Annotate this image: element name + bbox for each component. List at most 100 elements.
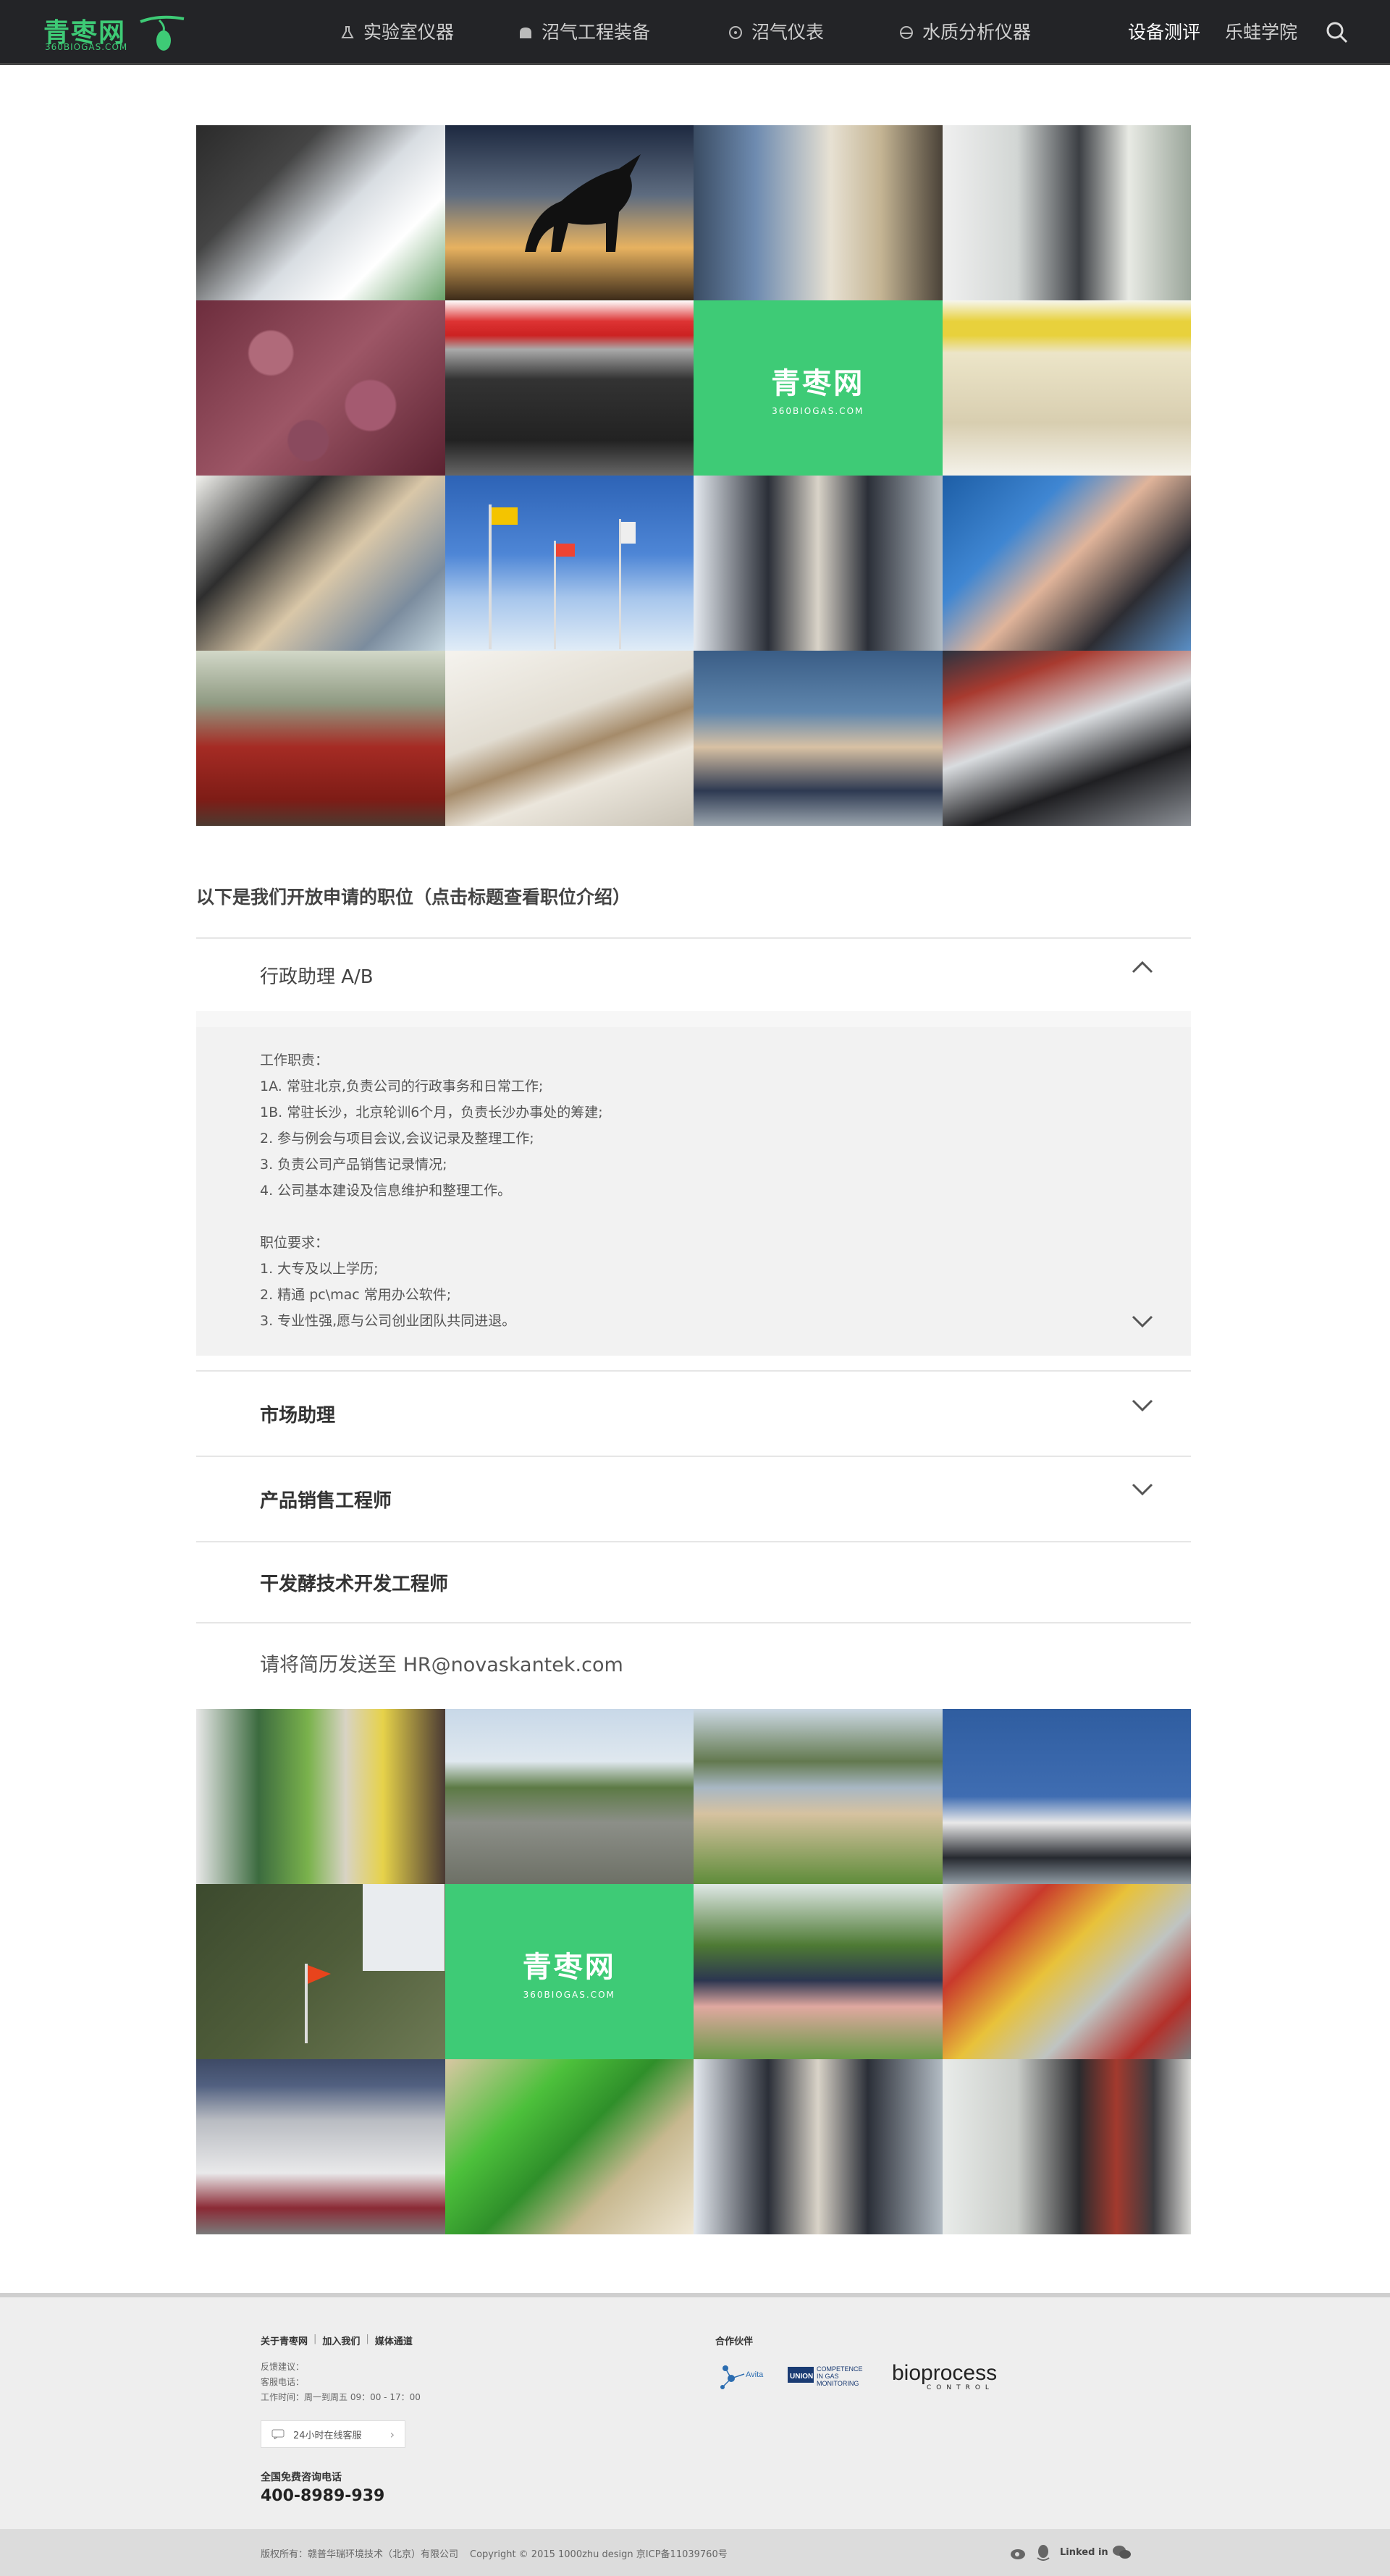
- weibo-icon[interactable]: [1009, 2543, 1028, 2561]
- helicopter-pilot-photo: [942, 476, 1191, 651]
- lab-visit-photo: [942, 2059, 1191, 2234]
- job-item-admin-assistant: 行政助理 A/B 工作职责： 1A. 常驻北京,负责公司的行政事务和日常工作; …: [196, 937, 1191, 1356]
- copyright-text: 版权所有：赣普华瑞环境技术（北京）有限公司 Copyright © 2015 1…: [261, 2546, 728, 2560]
- jobs-intro-heading: 以下是我们开放申请的职位（点击标题查看职位介绍）: [196, 887, 631, 908]
- svg-text:MONITORING: MONITORING: [817, 2380, 859, 2387]
- footer-contact-info: 反馈建议： 客服电话： 工作时间：周一到周五 09：00 - 17：00: [261, 2360, 421, 2405]
- job-item-sales-engineer: 产品销售工程师: [196, 1456, 1191, 1541]
- brand-tile-domain: 360BIOGAS.COM: [523, 1990, 615, 2000]
- nav-item-lewa-academy[interactable]: 乐蛙学院: [1225, 0, 1297, 65]
- sample-tubes-photo: [942, 300, 1191, 476]
- bioprocess-logo[interactable]: bioprocess CONTROL: [892, 2358, 997, 2396]
- meeting-photo: [694, 125, 943, 300]
- union-logo[interactable]: UNION COMPETENCE IN GAS MONITORING: [788, 2358, 875, 2396]
- site-footer: 关于青枣网 | 加入我们 | 媒体通道 反馈建议： 客服电话： 工作时间：周一到…: [0, 2293, 1390, 2529]
- job-item-dry-fermentation-engineer: 干发酵技术开发工程师: [196, 1541, 1191, 1622]
- nav-item-label: 沼气仪表: [751, 22, 825, 43]
- job-title-label: 产品销售工程师: [260, 1490, 392, 1512]
- job-detail-line: 职位要求：: [260, 1235, 329, 1251]
- search-icon[interactable]: [1325, 20, 1349, 45]
- copyright-bar: 版权所有：赣普华瑞环境技术（北京）有限公司 Copyright © 2015 1…: [0, 2529, 1390, 2576]
- online-chat-label: 24小时在线客服: [293, 2430, 362, 2441]
- chevron-down-icon[interactable]: [1132, 1315, 1153, 1328]
- job-detail-line: 工作职责：: [260, 1052, 329, 1068]
- wechat-icon[interactable]: [1111, 2543, 1132, 2561]
- grapes-photo: [196, 300, 445, 476]
- footer-link-media[interactable]: 媒体通道: [375, 2334, 413, 2347]
- nav-item-biogas-equipment[interactable]: 沼气工程装备: [518, 0, 650, 65]
- job-title-label: 行政助理 A/B: [260, 966, 374, 988]
- nav-item-biogas-meters[interactable]: 沼气仪表: [728, 0, 824, 65]
- job-title-admin-assistant[interactable]: 行政助理 A/B: [196, 939, 1191, 1011]
- footer-link-about[interactable]: 关于青枣网: [261, 2334, 308, 2347]
- flags-photo: [445, 476, 694, 651]
- union-logo-prefix: UNION: [790, 2373, 813, 2381]
- wall-display-photo: [445, 651, 694, 826]
- partners-label: 合作伙伴: [715, 2336, 754, 2347]
- brand-tile: 青枣网 360BIOGAS.COM: [694, 300, 943, 476]
- bioprocess-logo-sub: CONTROL: [927, 2384, 994, 2391]
- bull-silhouette-photo: [445, 125, 694, 300]
- conference-photo: [694, 476, 943, 651]
- linkedin-icon[interactable]: Linked in: [1060, 2543, 1108, 2561]
- water-drop-icon: [900, 26, 913, 39]
- online-chat-button[interactable]: 24小时在线客服 ›: [261, 2420, 405, 2448]
- building-visit-photo: [942, 1709, 1191, 1884]
- job-title-label: 市场助理: [260, 1404, 336, 1427]
- job-title-marketing-assistant[interactable]: 市场助理: [196, 1372, 1191, 1456]
- brand-tile-domain: 360BIOGAS.COM: [772, 406, 864, 416]
- institute-group-photo: [196, 2059, 445, 2234]
- pipes-valves-photo: [942, 1884, 1191, 2059]
- job-detail-line: 2. 参与例会与项目会议,会议记录及整理工作;: [260, 1131, 534, 1146]
- union-logo-mark: UNION COMPETENCE IN GAS MONITORING: [788, 2365, 863, 2387]
- copyright-owner: 版权所有：赣普华瑞环境技术（北京）有限公司: [261, 2549, 459, 2560]
- job-title-label: 干发酵技术开发工程师: [260, 1573, 449, 1595]
- qq-icon[interactable]: [1035, 2543, 1051, 2561]
- copyright-notice: Copyright © 2015 1000zhu design 京ICP备110…: [470, 2549, 728, 2560]
- red-flag-photo: [196, 1884, 445, 2059]
- avita-logo-mark: Avita: [720, 2365, 764, 2389]
- logo-jujube-icon: [140, 15, 185, 51]
- brand-tile-name: 青枣网: [522, 1951, 616, 1984]
- footer-link-join[interactable]: 加入我们: [322, 2334, 360, 2347]
- red-chairs-photo: [196, 651, 445, 826]
- nav-item-label: 实验室仪器: [363, 22, 455, 43]
- svg-text:IN GAS: IN GAS: [817, 2373, 839, 2380]
- conference-photo-2: [694, 2059, 943, 2234]
- nav-item-label: 沼气工程装备: [542, 22, 651, 43]
- nav-item-equipment-review[interactable]: 设备测评: [1128, 0, 1200, 65]
- job-detail-line: 1B. 常驻长沙，北京轮训6个月，负责长沙办事处的筹建;: [260, 1105, 603, 1120]
- nav-item-water-analysis[interactable]: 水质分析仪器: [899, 0, 1031, 65]
- resume-contact-text: 请将简历发送至 HR@novaskantek.com: [196, 1622, 1191, 1702]
- bioprocess-logo-text: bioprocess: [892, 2361, 998, 2385]
- tank-icon: [520, 28, 531, 38]
- chevron-up-icon[interactable]: [1132, 960, 1153, 974]
- team-sitting-photo: [694, 651, 943, 826]
- students-lab-photo: [196, 476, 445, 651]
- chevron-down-icon[interactable]: [1132, 1483, 1153, 1496]
- chevron-right-icon: ›: [389, 2427, 395, 2441]
- job-detail-line: 2. 精通 pc\mac 常用办公软件;: [260, 1287, 452, 1303]
- logo-domain: 360BIOGAS.COM: [45, 42, 128, 52]
- svg-text:COMPETENCE: COMPETENCE: [817, 2365, 863, 2373]
- avita-logo[interactable]: Avita: [715, 2358, 773, 2396]
- biogas-plant-photo: [445, 1709, 694, 1884]
- hotline-label: 全国免费咨询电话: [261, 2472, 342, 2483]
- job-title-dry-fermentation-engineer[interactable]: 干发酵技术开发工程师: [196, 1542, 1191, 1622]
- site-logo[interactable]: 青枣网 360BIOGAS.COM: [43, 12, 188, 54]
- brand-tile: 青枣网 360BIOGAS.COM: [445, 1884, 694, 2059]
- flask-icon: [341, 26, 354, 38]
- gokart-team-photo: [445, 300, 694, 476]
- job-title-sales-engineer[interactable]: 产品销售工程师: [196, 1457, 1191, 1541]
- brand-tile-name: 青枣网: [771, 367, 865, 400]
- job-detail-admin-assistant: 工作职责： 1A. 常驻北京,负责公司的行政事务和日常工作; 1B. 常驻长沙，…: [196, 1011, 1191, 1356]
- job-detail-line: 1. 大专及以上学历;: [260, 1261, 379, 1277]
- chevron-down-icon[interactable]: [1132, 1399, 1153, 1412]
- footer-hours: 工作时间：周一到周五 09：00 - 17：00: [261, 2392, 421, 2402]
- gokart-driver-photo: [942, 651, 1191, 826]
- nav-item-lab-instruments[interactable]: 实验室仪器: [340, 0, 454, 65]
- job-detail-line: 4. 公司基本建设及信息维护和整理工作。: [260, 1183, 512, 1199]
- exhibition-photo: [942, 125, 1191, 300]
- footer-phone: 客服电话：: [261, 2377, 305, 2387]
- gauge-icon: [729, 26, 742, 39]
